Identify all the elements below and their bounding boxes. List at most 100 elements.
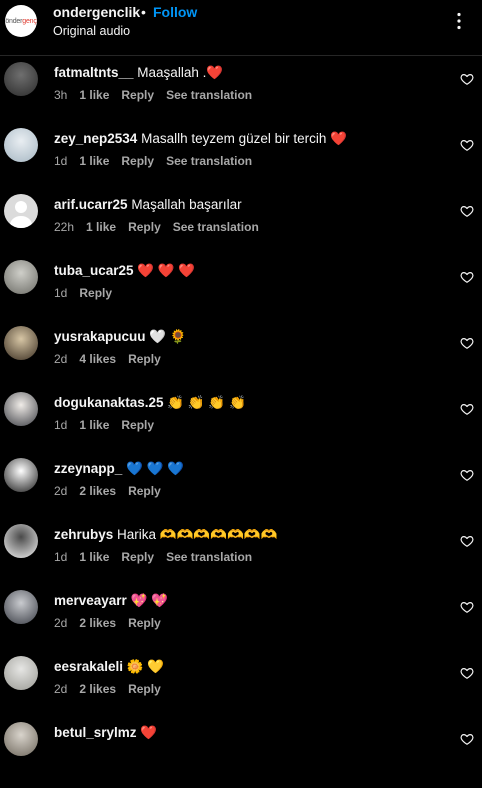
account-username[interactable]: ondergenclik <box>53 4 140 20</box>
like-heart-icon[interactable] <box>460 666 474 680</box>
follow-button[interactable]: Follow <box>153 4 197 20</box>
like-heart-icon[interactable] <box>460 600 474 614</box>
comment-meta: 2d 2 likes Reply <box>54 484 173 498</box>
comment-time: 1d <box>54 154 68 168</box>
separator-dot: • <box>141 4 146 20</box>
account-avatar[interactable]: öndergenç <box>5 5 37 37</box>
comment-time: 1d <box>54 550 68 564</box>
comment-item: merveayarr 💖 💖 2d 2 likes Reply <box>0 590 482 656</box>
comment-meta: 1d 1 like Reply See translation <box>54 550 264 564</box>
post-header: öndergenç ondergenclik • Follow Original… <box>0 0 482 56</box>
avatar-photo[interactable] <box>4 656 38 690</box>
avatar-photo[interactable] <box>4 458 38 492</box>
like-count[interactable]: 2 likes <box>79 484 116 498</box>
comment-meta: 1d 1 like Reply <box>54 418 166 432</box>
avatar-photo[interactable] <box>4 524 38 558</box>
see-translation-button[interactable]: See translation <box>166 88 252 102</box>
like-heart-icon[interactable] <box>460 534 474 548</box>
reply-button[interactable]: Reply <box>121 550 154 564</box>
comment-line: dogukanaktas.25 👏 👏 👏 👏 <box>54 395 246 411</box>
comment-line: zzeynapp_ 💙 💙 💙 <box>54 461 184 477</box>
comment-username[interactable]: zehrubys <box>54 527 113 542</box>
see-translation-button[interactable]: See translation <box>166 550 252 564</box>
comment-text: Maaşallah .❤️ <box>137 65 224 80</box>
reply-button[interactable]: Reply <box>121 154 154 168</box>
comment-item: fatmaltnts__ Maaşallah .❤️ 3h 1 like Reply S… <box>0 62 482 128</box>
like-count[interactable]: 2 likes <box>79 682 116 696</box>
comment-text: 🤍 🌻 <box>149 329 187 344</box>
like-heart-icon[interactable] <box>460 270 474 284</box>
comment-item: betul_srylmz ❤️ <box>0 722 482 788</box>
audio-label[interactable]: Original audio <box>53 24 130 38</box>
reply-button[interactable]: Reply <box>79 286 112 300</box>
reply-button[interactable]: Reply <box>128 682 161 696</box>
comment-username[interactable]: yusrakapucuu <box>54 329 146 344</box>
comment-time: 2d <box>54 352 68 366</box>
like-heart-icon[interactable] <box>460 468 474 482</box>
avatar-photo[interactable] <box>4 590 38 624</box>
comment-meta: 1d Reply <box>54 286 124 300</box>
reply-button[interactable]: Reply <box>128 616 161 630</box>
reply-button[interactable]: Reply <box>128 484 161 498</box>
comment-username[interactable]: betul_srylmz <box>54 725 137 740</box>
comment-item: yusrakapucuu 🤍 🌻 2d 4 likes Reply <box>0 326 482 392</box>
comment-text: Harika 🫶🫶🫶🫶🫶🫶🫶 <box>117 527 278 542</box>
comment-item: zehrubys Harika 🫶🫶🫶🫶🫶🫶🫶 1d 1 like Reply See … <box>0 524 482 590</box>
comment-meta: 22h 1 like Reply See translation <box>54 220 271 234</box>
comment-username[interactable]: dogukanaktas.25 <box>54 395 164 410</box>
comment-text: 🌼 💛 <box>126 659 165 674</box>
like-heart-icon[interactable] <box>460 204 474 218</box>
comment-meta: 2d 2 likes Reply <box>54 616 173 630</box>
comment-username[interactable]: zey_nep2534 <box>54 131 137 146</box>
comment-text: 💙 💙 💙 <box>126 461 184 476</box>
like-count[interactable]: 1 like <box>79 88 109 102</box>
like-heart-icon[interactable] <box>460 138 474 152</box>
avatar-photo[interactable] <box>4 326 38 360</box>
avatar-cat[interactable] <box>4 62 38 96</box>
more-options-icon[interactable] <box>450 12 468 30</box>
comment-item: zzeynapp_ 💙 💙 💙 2d 2 likes Reply <box>0 458 482 524</box>
like-heart-icon[interactable] <box>460 336 474 350</box>
comment-meta: 2d 4 likes Reply <box>54 352 173 366</box>
avatar-photo[interactable] <box>4 722 38 756</box>
like-heart-icon[interactable] <box>460 402 474 416</box>
comment-time: 1d <box>54 418 68 432</box>
comment-username[interactable]: fatmaltnts__ <box>54 65 134 80</box>
like-count[interactable]: 4 likes <box>79 352 116 366</box>
comment-line: zehrubys Harika 🫶🫶🫶🫶🫶🫶🫶 <box>54 527 277 543</box>
comment-time: 3h <box>54 88 68 102</box>
comment-username[interactable]: zzeynapp_ <box>54 461 122 476</box>
comment-line: eesrakaleli 🌼 💛 <box>54 659 164 675</box>
avatar-default[interactable] <box>4 194 38 228</box>
comment-username[interactable]: eesrakaleli <box>54 659 123 674</box>
comment-username[interactable]: arif.ucarr25 <box>54 197 128 212</box>
comment-username[interactable]: tuba_ucar25 <box>54 263 134 278</box>
like-count[interactable]: 1 like <box>79 418 109 432</box>
reply-button[interactable]: Reply <box>121 418 154 432</box>
like-heart-icon[interactable] <box>460 72 474 86</box>
comment-time: 2d <box>54 616 68 630</box>
comment-username[interactable]: merveayarr <box>54 593 127 608</box>
comment-meta: 3h 1 like Reply See translation <box>54 88 264 102</box>
like-count[interactable]: 2 likes <box>79 616 116 630</box>
reply-button[interactable]: Reply <box>128 220 161 234</box>
comment-time: 1d <box>54 286 68 300</box>
comment-line: arif.ucarr25 Maşallah başarılar <box>54 197 242 212</box>
avatar-photo[interactable] <box>4 260 38 294</box>
comment-line: merveayarr 💖 💖 <box>54 593 168 609</box>
like-count[interactable]: 1 like <box>79 154 109 168</box>
comment-item: zey_nep2534 Masallh teyzem güzel bir ter… <box>0 128 482 194</box>
see-translation-button[interactable]: See translation <box>173 220 259 234</box>
reply-button[interactable]: Reply <box>121 88 154 102</box>
avatar-photo[interactable] <box>4 392 38 426</box>
reply-button[interactable]: Reply <box>128 352 161 366</box>
comment-item: tuba_ucar25 ❤️ ❤️ ❤️ 1d Reply <box>0 260 482 326</box>
like-count[interactable]: 1 like <box>79 550 109 564</box>
comment-meta: 1d 1 like Reply See translation <box>54 154 264 168</box>
comment-text: ❤️ ❤️ ❤️ <box>137 263 196 278</box>
comment-time: 2d <box>54 682 68 696</box>
comment-time: 22h <box>54 220 75 234</box>
like-count[interactable]: 1 like <box>86 220 116 234</box>
avatar-photo[interactable] <box>4 128 38 162</box>
see-translation-button[interactable]: See translation <box>166 154 252 168</box>
